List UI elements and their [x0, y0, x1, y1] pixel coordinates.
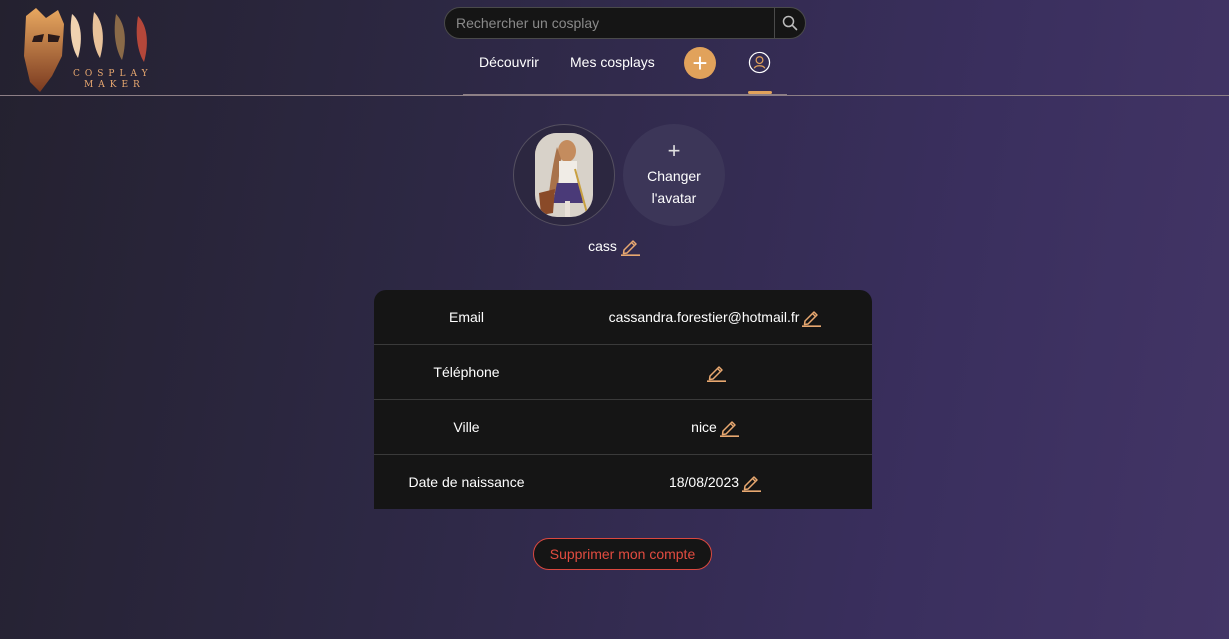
search-bar [444, 7, 806, 39]
ville-value: nice [691, 419, 717, 435]
account-info-table: Email cassandra.forestier@hotmail.fr Tél… [374, 290, 872, 509]
user-profile-icon[interactable] [748, 51, 771, 74]
ville-label: Ville [453, 419, 480, 435]
username: cass [588, 238, 617, 254]
info-row-ville: Ville nice [374, 400, 872, 455]
search-button[interactable] [774, 8, 805, 38]
nav-mes-cosplays[interactable]: Mes cosplays [570, 54, 655, 70]
delete-account-button[interactable]: Supprimer mon compte [533, 538, 712, 570]
brand-line1: COSPLAY [73, 69, 153, 79]
search-input[interactable] [445, 8, 774, 38]
header: COSPLAY MAKER Découvrir Mes cosplays + [0, 0, 1229, 96]
nav-divider [463, 94, 787, 95]
avatar-photo [535, 133, 593, 217]
info-row-email: Email cassandra.forestier@hotmail.fr [374, 290, 872, 345]
edit-telephone-icon[interactable] [705, 362, 727, 382]
change-avatar-button[interactable]: + Changer l'avatar [623, 124, 725, 226]
plus-icon: + [667, 138, 681, 163]
search-icon [782, 15, 798, 31]
email-label: Email [448, 309, 484, 325]
telephone-label: Téléphone [433, 364, 500, 380]
avatar [513, 124, 615, 226]
username-row: cass [0, 236, 1229, 256]
change-avatar-label: Changer l'avatar [647, 168, 701, 206]
date-naissance-label: Date de naissance [408, 474, 525, 490]
edit-ville-icon[interactable] [718, 417, 740, 437]
edit-date-naissance-icon[interactable] [740, 472, 762, 492]
edit-username-icon[interactable] [619, 236, 641, 256]
date-naissance-value: 18/08/2023 [668, 474, 740, 490]
email-value-cell: cassandra.forestier@hotmail.fr [559, 307, 872, 327]
edit-email-icon[interactable] [800, 307, 822, 327]
add-cosplay-button[interactable]: + [684, 47, 716, 79]
brand-line2: MAKER [84, 80, 145, 90]
date-naissance-value-cell: 18/08/2023 [559, 472, 872, 492]
info-row-date-naissance: Date de naissance 18/08/2023 [374, 455, 872, 509]
ville-value-cell: nice [559, 417, 872, 437]
brand-logo[interactable]: COSPLAY MAKER [18, 6, 163, 94]
info-row-telephone: Téléphone [374, 345, 872, 400]
nav-decouvrir[interactable]: Découvrir [479, 54, 539, 70]
telephone-value-cell [559, 362, 872, 382]
email-value: cassandra.forestier@hotmail.fr [608, 309, 800, 325]
